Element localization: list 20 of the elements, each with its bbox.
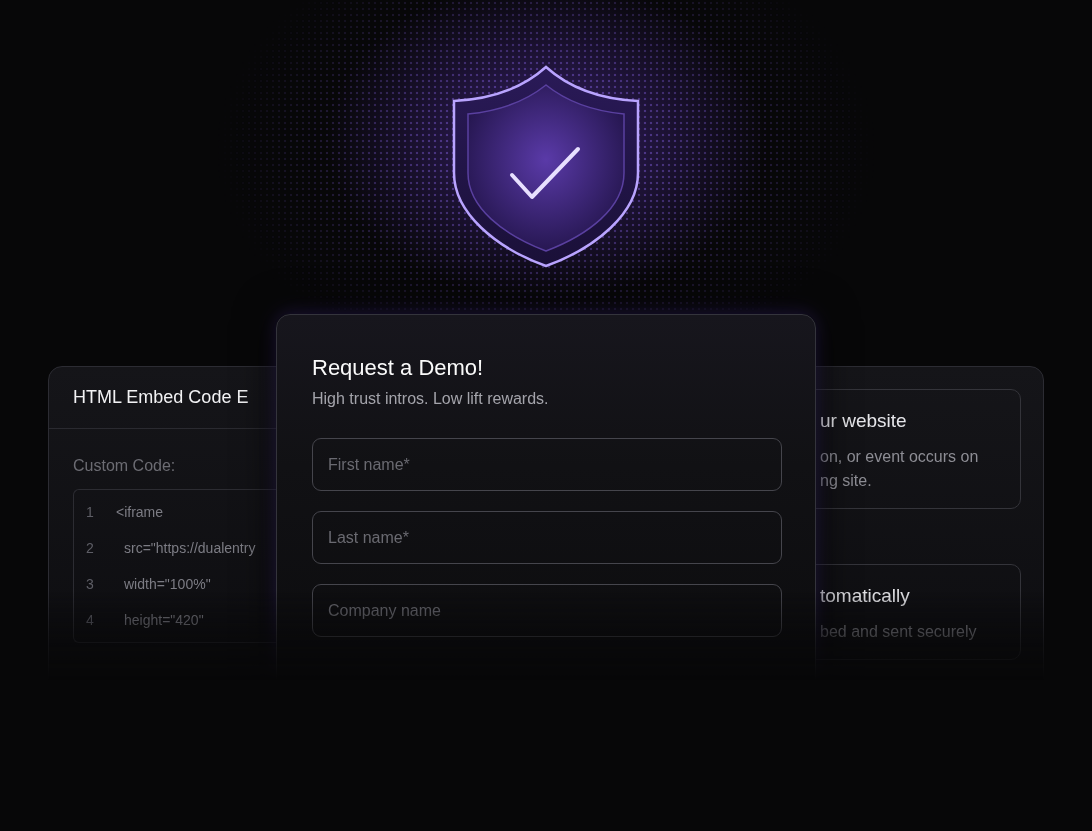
code-line: height="420" bbox=[123, 612, 204, 628]
input-field[interactable]: Last name* bbox=[312, 511, 782, 564]
step-text: bed and sent securely bbox=[820, 623, 978, 641]
line-number: 2 bbox=[85, 540, 95, 556]
form-subtitle: High trust intros. Low lift rewards. bbox=[312, 390, 550, 408]
step-title: tomatically bbox=[820, 585, 911, 607]
code-line: width="100%" bbox=[123, 576, 211, 592]
field-label: Custom Code: bbox=[73, 457, 177, 475]
input-field[interactable]: Company name bbox=[312, 584, 782, 637]
line-number: 4 bbox=[85, 612, 95, 628]
input-field[interactable]: First name* bbox=[312, 438, 782, 491]
code-line: src="https://dualentry bbox=[123, 540, 256, 556]
step-text: on, or event occurs on bbox=[820, 448, 980, 466]
step-text: ng site. bbox=[820, 472, 873, 490]
step-title: ur website bbox=[820, 410, 908, 432]
card-title: HTML Embed Code E bbox=[73, 387, 249, 407]
line-number: 1 bbox=[85, 504, 95, 520]
code-line: <iframe bbox=[116, 504, 164, 520]
line-number: 3 bbox=[85, 576, 95, 592]
form-title: Request a Demo! bbox=[312, 355, 485, 381]
